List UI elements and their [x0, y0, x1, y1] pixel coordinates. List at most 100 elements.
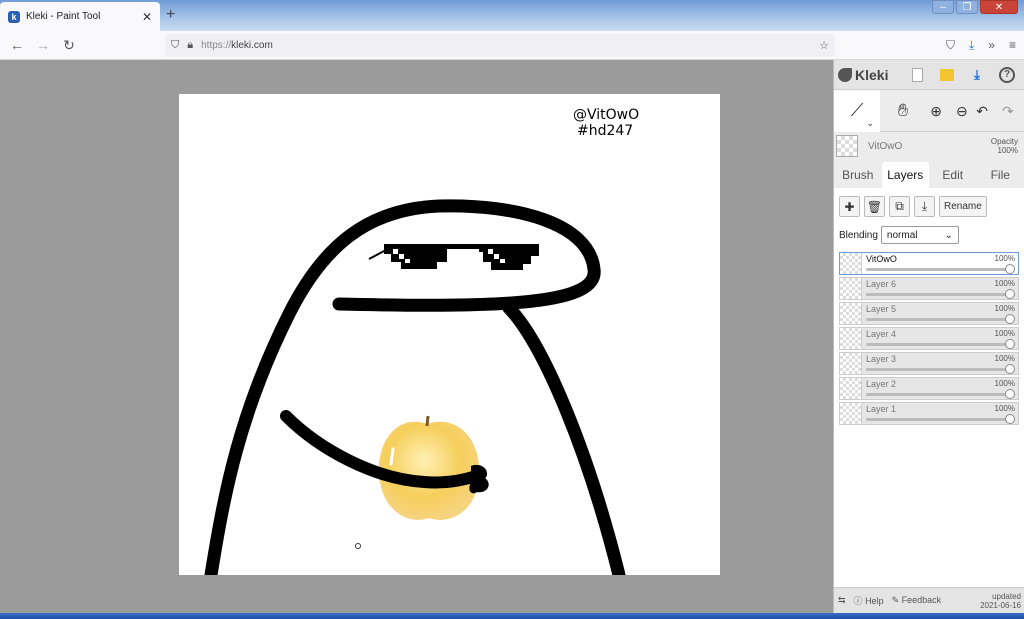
opacity-readout: Opacity 100%	[991, 137, 1022, 155]
feedback-link[interactable]: ✎ Feedback	[892, 595, 942, 606]
help-link[interactable]: ⓘ Help	[854, 594, 884, 607]
opacity-value: 100%	[997, 146, 1018, 155]
new-file-icon	[911, 67, 923, 82]
slider-knob[interactable]	[1005, 264, 1015, 274]
blending-row: Blending normal ⌄	[839, 226, 1019, 244]
hand-tool[interactable]: ✋︎	[880, 90, 926, 132]
layer-opacity-slider[interactable]	[866, 389, 1015, 399]
slider-knob[interactable]	[1005, 339, 1015, 349]
open-image-button[interactable]	[936, 65, 958, 85]
slider-knob[interactable]	[1005, 414, 1015, 424]
layer-name: Layer 3	[866, 354, 897, 364]
zoom-tool[interactable]: ⊕ ⊖	[926, 90, 972, 132]
signature-hashtag: #hd247	[577, 123, 634, 139]
layer-row[interactable]: Layer 3 100%	[839, 352, 1019, 375]
merge-layer-button[interactable]: ⤓	[914, 196, 935, 217]
browser-titlebar: k Kleki - Paint Tool ✕ + – ❐ ✕	[0, 0, 1024, 31]
chevron-down-icon[interactable]: ⌄	[866, 118, 874, 129]
layer-opacity-slider[interactable]	[866, 414, 1015, 424]
canvas-area[interactable]: @VitOwO #hd247	[0, 60, 833, 613]
layer-body: Layer 3 100%	[862, 353, 1018, 374]
layer-body: VitOwO 100%	[862, 253, 1018, 274]
redo-icon[interactable]: ↷	[988, 104, 1014, 118]
zoom-out-icon[interactable]: ⊖	[942, 104, 968, 118]
apple-highlight	[389, 447, 395, 466]
layer-opacity-slider[interactable]	[866, 264, 1015, 274]
shield-icon[interactable]: ⛉	[171, 39, 179, 52]
kleki-side-panel: Kleki ⤓ ? ⟋ ⌄ ✋︎ ⊕ ⊖ ↶ ↷ VitOwO Opacity …	[833, 60, 1024, 619]
tab-layers[interactable]: Layers	[881, 162, 929, 188]
downloads-icon[interactable]: ⤓	[969, 38, 974, 53]
layer-row[interactable]: VitOwO 100%	[839, 252, 1019, 275]
updated-label: updated	[992, 591, 1021, 601]
zoom-in-icon[interactable]: ⊕	[930, 104, 942, 118]
layer-row[interactable]: Layer 1 100%	[839, 402, 1019, 425]
layer-row[interactable]: Layer 4 100%	[839, 327, 1019, 350]
active-layer-name: VitOwO	[868, 140, 903, 152]
drawing-canvas[interactable]: @VitOwO #hd247	[179, 94, 720, 575]
slider-knob[interactable]	[1005, 364, 1015, 374]
slider-knob[interactable]	[1005, 389, 1015, 399]
glasses-lens-left	[384, 244, 447, 269]
blending-select[interactable]: normal ⌄	[880, 226, 959, 244]
bookmark-star-icon[interactable]: ☆	[819, 39, 829, 52]
tab-file[interactable]: File	[977, 162, 1024, 188]
add-layer-button[interactable]: ✚	[839, 196, 860, 217]
duplicate-layer-button[interactable]: ⧉	[889, 196, 910, 217]
new-image-button[interactable]	[906, 65, 928, 85]
layer-opacity-slider[interactable]	[866, 314, 1015, 324]
window-close-icon[interactable]: ✕	[980, 0, 1018, 14]
layer-opacity: 100%	[994, 279, 1015, 288]
restore-icon[interactable]: ❐	[956, 0, 978, 14]
layer-thumbnail	[840, 403, 862, 424]
slider-knob[interactable]	[1005, 314, 1015, 324]
slider-knob[interactable]	[1005, 289, 1015, 299]
minimize-icon[interactable]: –	[932, 0, 954, 14]
layer-body: Layer 1 100%	[862, 403, 1018, 424]
layer-row[interactable]: Layer 6 100%	[839, 277, 1019, 300]
layer-opacity-slider[interactable]	[866, 339, 1015, 349]
layer-name: Layer 6	[866, 279, 897, 289]
layer-name: Layer 2	[866, 379, 897, 389]
opacity-label: Opacity	[990, 137, 1018, 146]
delete-layer-button[interactable]: 🗑︎	[864, 196, 885, 217]
close-tab-icon[interactable]: ✕	[142, 10, 152, 24]
help-button[interactable]: ?	[996, 65, 1018, 85]
chevron-down-icon: ⌄	[944, 229, 953, 241]
layers-pane: ✚ 🗑︎ ⧉ ⤓ Rename Blending normal ⌄ VitOwO…	[834, 188, 1024, 619]
browser-tab[interactable]: k Kleki - Paint Tool ✕	[0, 2, 160, 31]
hand-icon: ✋︎	[897, 100, 909, 120]
layer-row[interactable]: Layer 5 100%	[839, 302, 1019, 325]
brush-tool[interactable]: ⟋ ⌄	[834, 89, 880, 132]
undo-icon[interactable]: ↶	[976, 104, 988, 118]
panel-topbar: Kleki ⤓ ?	[834, 60, 1024, 90]
layer-opacity-slider[interactable]	[866, 364, 1015, 374]
save-image-button[interactable]: ⤓	[966, 65, 988, 85]
swap-side-icon[interactable]: ⇆	[838, 595, 846, 606]
canvas-signature: @VitOwO #hd247	[573, 107, 639, 139]
layer-row[interactable]: Layer 2 100%	[839, 377, 1019, 400]
help-icon: ?	[999, 66, 1015, 83]
layer-opacity-slider[interactable]	[866, 289, 1015, 299]
new-tab-icon[interactable]: +	[166, 6, 175, 24]
url-bar[interactable]: ⛉ 🔒︎ https://kleki.com ☆	[165, 34, 835, 57]
layer-thumbnail	[840, 253, 862, 274]
hand	[469, 464, 489, 494]
overflow-icon[interactable]: »	[988, 38, 995, 53]
url-text[interactable]: https://kleki.com	[201, 40, 811, 51]
brush-info: VitOwO Opacity 100%	[834, 132, 1024, 160]
menu-icon[interactable]: ≡	[1009, 38, 1016, 53]
rename-layer-button[interactable]: Rename	[939, 196, 987, 217]
layer-list: VitOwO 100% Layer 6 100% Layer 5 100% Layer 4 1…	[839, 252, 1019, 425]
lock-icon[interactable]: 🔒︎	[187, 39, 193, 52]
forward-arrow-icon[interactable]: →	[35, 37, 51, 53]
body-right-side	[502, 301, 626, 575]
glasses-arm	[368, 249, 387, 260]
back-arrow-icon[interactable]: ←	[9, 37, 25, 53]
pocket-icon[interactable]: ⛉	[946, 38, 955, 53]
reload-icon[interactable]: ↻	[61, 37, 77, 54]
tab-edit[interactable]: Edit	[929, 162, 977, 188]
undo-redo-tool[interactable]: ↶ ↷	[972, 90, 1018, 132]
brush-preview	[836, 135, 858, 157]
tab-brush[interactable]: Brush	[834, 162, 882, 188]
